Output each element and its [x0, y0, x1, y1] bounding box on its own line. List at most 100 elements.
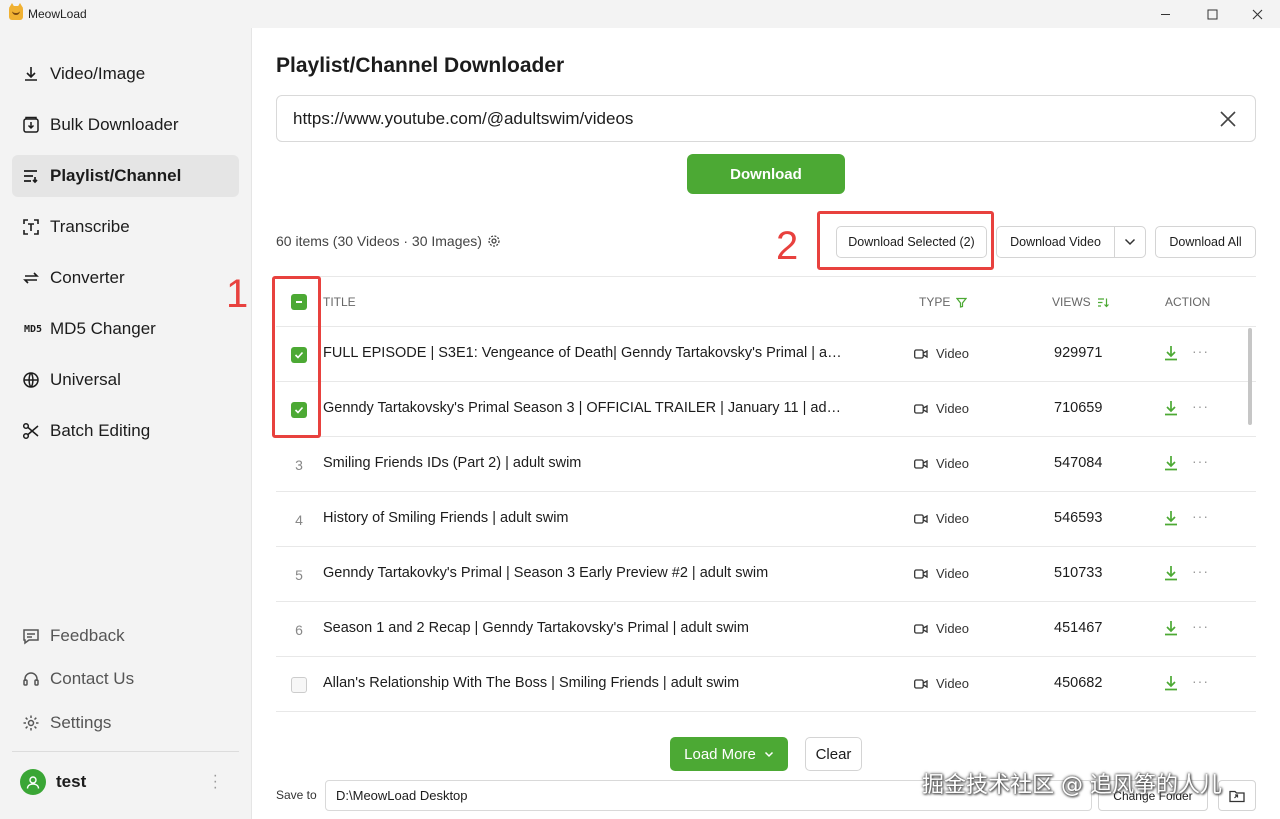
- download-icon: [22, 65, 40, 83]
- row-type: Video: [914, 676, 969, 691]
- clear-url-icon[interactable]: [1217, 108, 1239, 130]
- row-download-icon[interactable]: [1162, 344, 1180, 362]
- row-type: Video: [914, 566, 969, 581]
- row-views: 450682: [1054, 675, 1103, 691]
- url-input[interactable]: https://www.youtube.com/@adultswim/video…: [276, 95, 1256, 142]
- close-icon: [1252, 9, 1262, 19]
- converter-icon: [22, 269, 40, 287]
- table-row[interactable]: 4 History of Smiling Friends | adult swi…: [276, 492, 1256, 547]
- column-action: ACTION: [1165, 295, 1211, 309]
- row-views: 547084: [1054, 455, 1103, 471]
- table-row[interactable]: Allan's Relationship With The Boss | Smi…: [276, 657, 1256, 712]
- minimize-icon: [1160, 13, 1170, 15]
- items-summary: 60 items (30 Videos · 30 Images): [276, 233, 501, 249]
- sidebar-item-contact-us[interactable]: Contact Us: [22, 669, 134, 689]
- sidebar-item-playlist-channel[interactable]: Playlist/Channel: [12, 155, 239, 197]
- url-input-value: https://www.youtube.com/@adultswim/video…: [293, 108, 634, 128]
- transcribe-icon: [22, 218, 40, 236]
- sidebar-item-settings[interactable]: Settings: [22, 713, 111, 733]
- row-download-icon[interactable]: [1162, 564, 1180, 582]
- column-type-label: TYPE: [919, 295, 951, 309]
- table-row[interactable]: FULL EPISODE | S3E1: Vengeance of Death|…: [276, 327, 1256, 382]
- summary-settings-icon[interactable]: [487, 234, 501, 248]
- column-type[interactable]: TYPE: [919, 295, 968, 309]
- open-folder-button[interactable]: [1218, 780, 1256, 811]
- user-menu-icon[interactable]: · · ·: [213, 768, 218, 796]
- clear-button[interactable]: Clear: [805, 737, 862, 771]
- table-row[interactable]: 6 Season 1 and 2 Recap | Genndy Tartakov…: [276, 602, 1256, 657]
- row-download-icon[interactable]: [1162, 454, 1180, 472]
- row-download-icon[interactable]: [1162, 674, 1180, 692]
- sidebar-item-label: Video/Image: [50, 64, 146, 83]
- avatar: [20, 769, 46, 795]
- video-icon: [914, 678, 928, 689]
- sidebar-item-md5-changer[interactable]: MD5 MD5 Changer: [12, 308, 239, 350]
- row-checkbox[interactable]: [291, 677, 307, 693]
- row-more-icon[interactable]: ···: [1192, 563, 1209, 579]
- sidebar-item-label: Converter: [50, 268, 125, 287]
- row-more-icon[interactable]: ···: [1192, 453, 1209, 469]
- sidebar: Video/Image Bulk Downloader Playlist/Cha…: [0, 28, 252, 819]
- row-type: Video: [914, 456, 969, 471]
- video-icon: [914, 403, 928, 414]
- row-type: Video: [914, 346, 969, 361]
- annotation-number-1: 1: [226, 272, 249, 316]
- load-more-button[interactable]: Load More: [670, 737, 788, 771]
- row-download-icon[interactable]: [1162, 619, 1180, 637]
- headset-icon: [22, 670, 40, 688]
- row-type-label: Video: [936, 676, 970, 691]
- row-download-icon[interactable]: [1162, 509, 1180, 527]
- column-views-label: VIEWS: [1052, 295, 1091, 309]
- globe-icon: [22, 371, 40, 389]
- playlist-icon: [22, 167, 40, 185]
- sidebar-item-video-image[interactable]: Video/Image: [12, 53, 239, 95]
- row-views: 546593: [1054, 510, 1103, 526]
- row-title: Allan's Relationship With The Boss | Smi…: [323, 675, 740, 691]
- gear-icon: [22, 714, 40, 732]
- user-icon: [26, 776, 40, 789]
- row-more-icon[interactable]: ···: [1192, 618, 1209, 634]
- row-type-label: Video: [936, 511, 970, 526]
- sidebar-divider: [12, 751, 239, 752]
- row-index: 6: [295, 622, 303, 638]
- download-video-button[interactable]: Download Video: [996, 226, 1115, 258]
- table-row[interactable]: 5 Genndy Tartakovky's Primal | Season 3 …: [276, 547, 1256, 602]
- annotation-box-1: [272, 276, 321, 438]
- row-type: Video: [914, 621, 969, 636]
- row-title: FULL EPISODE | S3E1: Vengeance of Death|…: [323, 345, 843, 361]
- download-all-button[interactable]: Download All: [1155, 226, 1256, 258]
- row-more-icon[interactable]: ···: [1192, 673, 1209, 689]
- sidebar-item-transcribe[interactable]: Transcribe: [12, 206, 239, 248]
- items-summary-text: 60 items (30 Videos · 30 Images): [276, 233, 482, 249]
- save-path-value: D:\MeowLoad Desktop: [336, 788, 468, 803]
- row-more-icon[interactable]: ···: [1192, 508, 1209, 524]
- sidebar-item-bulk-downloader[interactable]: Bulk Downloader: [12, 104, 239, 146]
- sidebar-item-converter[interactable]: Converter: [12, 257, 239, 299]
- sidebar-item-feedback[interactable]: Feedback: [22, 626, 125, 646]
- minimize-button[interactable]: [1142, 0, 1188, 28]
- download-options-dropdown[interactable]: [1114, 226, 1146, 258]
- sidebar-item-label: MD5 Changer: [50, 319, 156, 338]
- save-to-label: Save to: [276, 788, 317, 802]
- close-window-button[interactable]: [1234, 0, 1280, 28]
- row-more-icon[interactable]: ···: [1192, 343, 1209, 359]
- row-download-icon[interactable]: [1162, 399, 1180, 417]
- row-type-label: Video: [936, 566, 970, 581]
- table-scrollbar[interactable]: [1248, 328, 1252, 425]
- load-more-label: Load More: [684, 745, 756, 763]
- app-logo-icon: [9, 3, 23, 20]
- row-more-icon[interactable]: ···: [1192, 398, 1209, 414]
- maximize-button[interactable]: [1189, 0, 1235, 28]
- scissors-icon: [22, 422, 40, 440]
- table-row[interactable]: Genndy Tartakovsky's Primal Season 3 | O…: [276, 382, 1256, 437]
- download-button[interactable]: Download: [687, 154, 845, 194]
- sidebar-item-universal[interactable]: Universal: [12, 359, 239, 401]
- user-profile[interactable]: test · · ·: [20, 768, 230, 796]
- sidebar-item-label: Playlist/Channel: [50, 166, 182, 185]
- column-views[interactable]: VIEWS: [1052, 295, 1109, 309]
- title-bar: MeowLoad: [0, 0, 1280, 28]
- sidebar-item-batch-editing[interactable]: Batch Editing: [12, 410, 239, 452]
- annotation-number-2: 2: [776, 224, 799, 268]
- table-row[interactable]: 3 Smiling Friends IDs (Part 2) | adult s…: [276, 437, 1256, 492]
- row-index: 5: [295, 567, 303, 583]
